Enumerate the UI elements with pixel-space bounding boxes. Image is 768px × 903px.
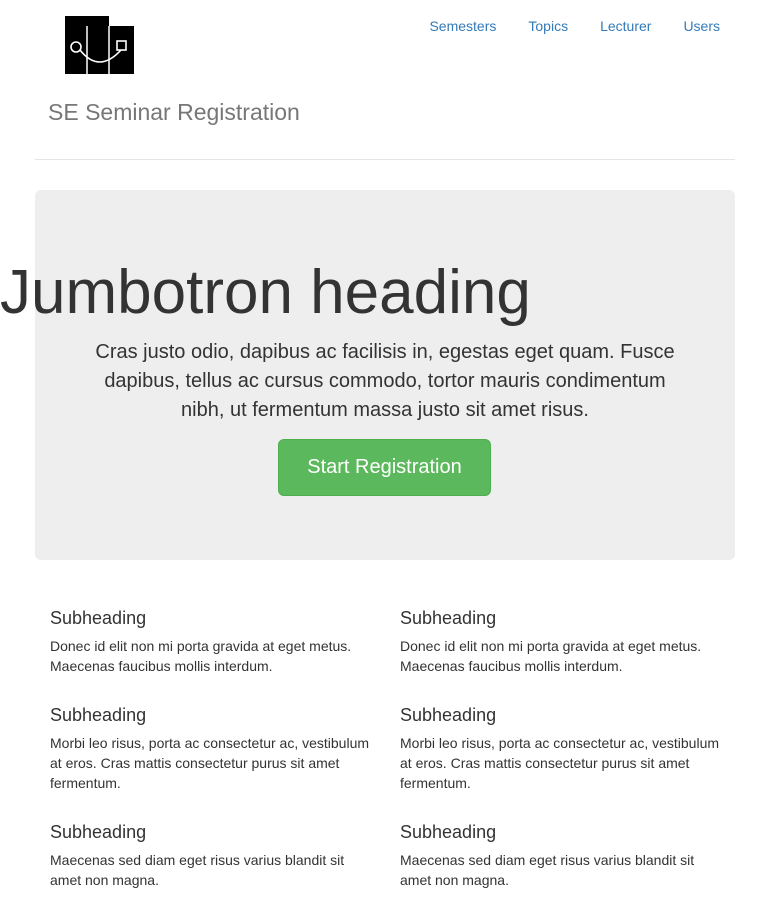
nav-item-users: Users: [667, 17, 736, 35]
feature-item: Subheading Maecenas sed diam eget risus …: [50, 820, 370, 890]
site-title: SE Seminar Registration: [48, 99, 300, 125]
nav-item-lecturer: Lecturer: [584, 17, 667, 35]
feature-text: Morbi leo risus, porta ac consectetur ac…: [400, 735, 720, 791]
nav-link-semesters[interactable]: Semesters: [413, 17, 512, 35]
nav-link-lecturer[interactable]: Lecturer: [584, 17, 667, 35]
feature-text: Donec id elit non mi porta gravida at eg…: [50, 638, 352, 674]
header-divider: [35, 159, 735, 160]
feature-text: Maecenas sed diam eget risus varius blan…: [400, 852, 695, 888]
feature-subheading: Subheading: [50, 822, 147, 842]
feature-subheading: Subheading: [50, 608, 147, 628]
start-registration-button[interactable]: Start Registration: [278, 439, 491, 496]
nav-item-semesters: Semesters: [413, 17, 512, 35]
feature-item: Subheading Morbi leo risus, porta ac con…: [50, 703, 370, 793]
logo: [65, 16, 134, 74]
feature-item: Subheading Maecenas sed diam eget risus …: [400, 820, 720, 890]
feature-text: Donec id elit non mi porta gravida at eg…: [400, 638, 702, 674]
feature-subheading: Subheading: [400, 705, 497, 725]
nav-item-topics: Topics: [512, 17, 584, 35]
feature-subheading: Subheading: [400, 608, 497, 628]
feature-subheading: Subheading: [50, 705, 147, 725]
jumbotron-heading: Jumbotron heading: [0, 258, 531, 327]
jumbotron-lead-text: Cras justo odio, dapibus ac facilisis in…: [95, 341, 675, 421]
feature-text: Morbi leo risus, porta ac consectetur ac…: [50, 735, 370, 791]
feature-text: Maecenas sed diam eget risus varius blan…: [50, 852, 345, 888]
feature-item: Subheading Donec id elit non mi porta gr…: [400, 606, 720, 676]
feature-subheading: Subheading: [400, 822, 497, 842]
main-nav: Semesters Topics Lecturer Users: [413, 17, 736, 35]
feature-item: Subheading Morbi leo risus, porta ac con…: [400, 703, 720, 793]
feature-item: Subheading Donec id elit non mi porta gr…: [50, 606, 370, 676]
nav-link-topics[interactable]: Topics: [512, 17, 584, 35]
nav-link-users[interactable]: Users: [667, 17, 736, 35]
